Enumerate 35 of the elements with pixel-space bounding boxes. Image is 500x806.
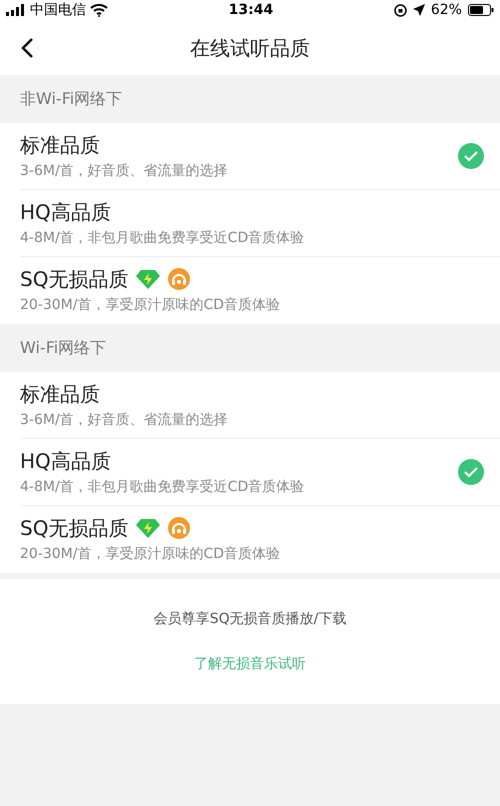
location-icon [412,4,425,16]
page-title: 在线试听品质 [190,34,310,62]
option-description: 3-6M/首，好音质、省流量的选择 [20,162,229,180]
quality-option[interactable]: SQ无损品质 20-30M/首，享受原汁原味的CD音质体验 [0,506,500,573]
rotation-lock-icon [394,4,407,16]
quality-option[interactable]: 标准品质 3-6M/首，好音质、省流量的选择 [0,123,500,190]
option-description: 4-8M/首，非包月歌曲免费享受近CD音质体验 [20,228,306,248]
signal-icon [6,4,26,16]
option-description: 20-30M/首，享受原汁原味的CD音质体验 [20,296,282,315]
option-description: 3-6M/首，好音质、省流量的选择 [20,410,229,430]
quality-option[interactable]: 标准品质 3-6M/首，好音质、省流量的选择 [0,372,500,439]
option-title: 标准品质 [20,380,100,408]
quality-option[interactable]: HQ高品质 4-8M/首，非包月歌曲免费享受近CD音质体验 [0,190,500,257]
option-title: HQ高品质 [20,198,111,226]
section-header: Wi-Fi网络下 [20,337,106,359]
option-title: 标准品质 [20,132,100,158]
headphone-icon [168,517,190,539]
battery-icon [468,4,494,16]
option-description: 20-30M/首，享受原汁原味的CD音质体验 [20,545,282,564]
carrier-name: 中国电信 [30,0,86,20]
option-title: SQ无损品质 [20,266,128,293]
option-title: SQ无损品质 [20,515,128,542]
battery-percent: 62% [430,0,462,20]
headphone-icon [168,268,190,290]
diamond-icon [136,269,160,289]
quality-option[interactable]: SQ无损品质 20-30M/首，享受原汁原味的CD音质体验 [0,257,500,324]
diamond-icon [136,518,160,538]
quality-option[interactable]: HQ高品质 4-8M/首，非包月歌曲免费享受近CD音质体验 [0,439,500,506]
option-description: 4-8M/首，非包月歌曲免费享受近CD音质体验 [20,478,306,496]
option-title: HQ高品质 [20,448,111,474]
section-header: 非Wi-Fi网络下 [20,88,122,110]
membership-note: 会员尊享SQ无损音质播放/下载 [154,610,346,628]
wifi-icon [90,4,108,16]
status-time: 13:44 [228,0,274,20]
back-icon [20,36,34,58]
